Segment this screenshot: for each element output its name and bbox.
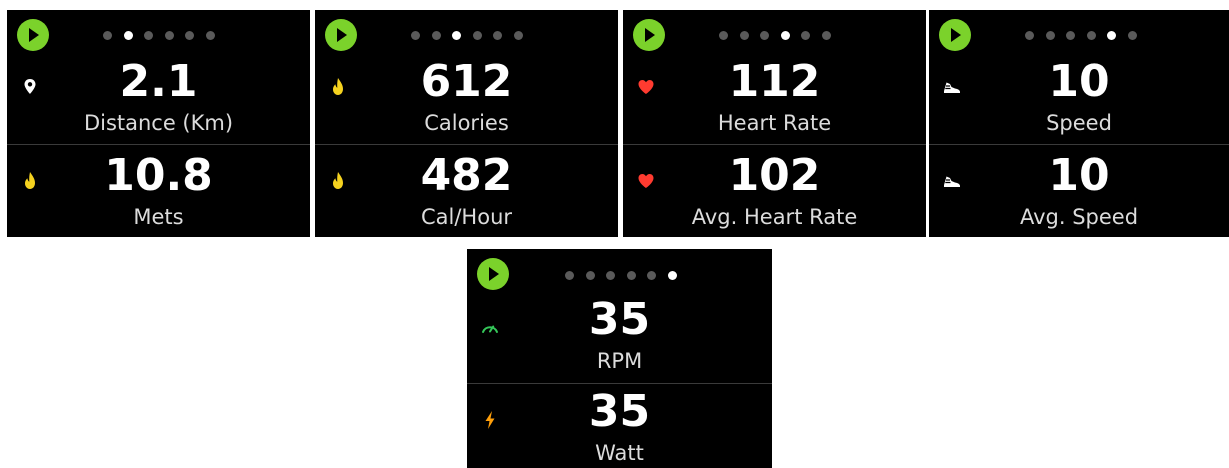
play-button[interactable] [633, 19, 665, 51]
metric-value: 10 [1048, 56, 1110, 107]
divider [929, 144, 1229, 145]
divider [7, 144, 310, 145]
metric-heart-rate: 112 Heart Rate [623, 52, 926, 144]
page-indicator [103, 30, 215, 40]
metric-label: Heart Rate [717, 111, 832, 135]
metric-distance: 2.1 Distance (Km) [7, 52, 310, 144]
page-dot[interactable] [565, 270, 574, 280]
page-dot-active[interactable] [780, 30, 790, 40]
page-dot[interactable] [1025, 30, 1034, 40]
page-dot[interactable] [606, 270, 616, 280]
metric-label: Cal/Hour [420, 205, 513, 229]
metric-calories: 612 Calories [315, 52, 618, 144]
workout-screen-rpm: 35 RPM 35 Watt [467, 249, 772, 468]
page-dot[interactable] [585, 270, 595, 280]
metric-watt: 35 Watt [467, 385, 772, 468]
play-button[interactable] [939, 19, 971, 51]
page-dot[interactable] [144, 30, 154, 40]
workout-screen-distance: 2.1 Distance (Km) 10.8 Mets [7, 10, 310, 237]
page-dot[interactable] [1086, 30, 1096, 40]
metric-value: 102 [728, 150, 821, 201]
metric-value: 612 [420, 56, 513, 107]
page-dot-active[interactable] [1107, 30, 1117, 40]
page-dot[interactable] [760, 30, 770, 40]
metric-value: 10 [1048, 150, 1110, 201]
page-dot[interactable] [647, 270, 657, 280]
page-dot[interactable] [472, 30, 482, 40]
metric-label: Mets [133, 205, 184, 229]
divider [623, 144, 926, 145]
page-dot[interactable] [801, 30, 811, 40]
page-dot[interactable] [1066, 30, 1076, 40]
page-dot[interactable] [411, 30, 420, 40]
page-dot[interactable] [626, 270, 636, 280]
play-button[interactable] [477, 258, 509, 290]
page-indicator [1025, 30, 1137, 40]
play-button[interactable] [325, 19, 357, 51]
page-dot[interactable] [821, 30, 831, 40]
workout-screen-speed: 10 Speed 10 Avg. Speed [929, 10, 1229, 237]
metric-mets: 10.8 Mets [7, 146, 310, 237]
page-dot[interactable] [431, 30, 441, 40]
metric-value: 482 [420, 150, 513, 201]
metric-label: RPM [596, 349, 643, 373]
page-indicator [719, 30, 831, 40]
page-dot[interactable] [513, 30, 523, 40]
page-dot[interactable] [205, 30, 215, 40]
metric-speed: 10 Speed [929, 52, 1229, 144]
workout-screen-heart-rate: 112 Heart Rate 102 Avg. Heart Rate [623, 10, 926, 237]
metric-value: 35 [588, 386, 651, 437]
page-dot[interactable] [719, 30, 728, 40]
metric-cal-per-hour: 482 Cal/Hour [315, 146, 618, 237]
metric-label: Distance (Km) [83, 111, 234, 135]
page-dot-active[interactable] [667, 270, 677, 280]
page-dot-active[interactable] [123, 30, 133, 40]
page-dot[interactable] [739, 30, 749, 40]
metric-avg-heart-rate: 102 Avg. Heart Rate [623, 146, 926, 237]
page-dot[interactable] [1045, 30, 1055, 40]
metric-value: 2.1 [119, 56, 198, 107]
metric-value: 10.8 [104, 150, 213, 201]
page-indicator [411, 30, 523, 40]
metric-label: Avg. Speed [1019, 205, 1139, 229]
page-dot-active[interactable] [452, 30, 462, 40]
page-dot[interactable] [103, 30, 112, 40]
page-dot[interactable] [185, 30, 195, 40]
divider [315, 144, 618, 145]
workout-screen-calories: 612 Calories 482 Cal/Hour [315, 10, 618, 237]
metric-label: Avg. Heart Rate [691, 205, 858, 229]
play-button[interactable] [17, 19, 49, 51]
divider [467, 383, 772, 384]
page-indicator [565, 270, 677, 280]
metric-value: 35 [588, 294, 651, 345]
page-dot[interactable] [164, 30, 174, 40]
metric-avg-speed: 10 Avg. Speed [929, 146, 1229, 237]
metric-rpm: 35 RPM [467, 293, 772, 382]
metric-label: Watt [595, 441, 644, 465]
metric-label: Speed [1046, 111, 1112, 135]
page-dot[interactable] [1127, 30, 1137, 40]
metric-label: Calories [424, 111, 509, 135]
metric-value: 112 [728, 56, 821, 107]
page-dot[interactable] [493, 30, 503, 40]
